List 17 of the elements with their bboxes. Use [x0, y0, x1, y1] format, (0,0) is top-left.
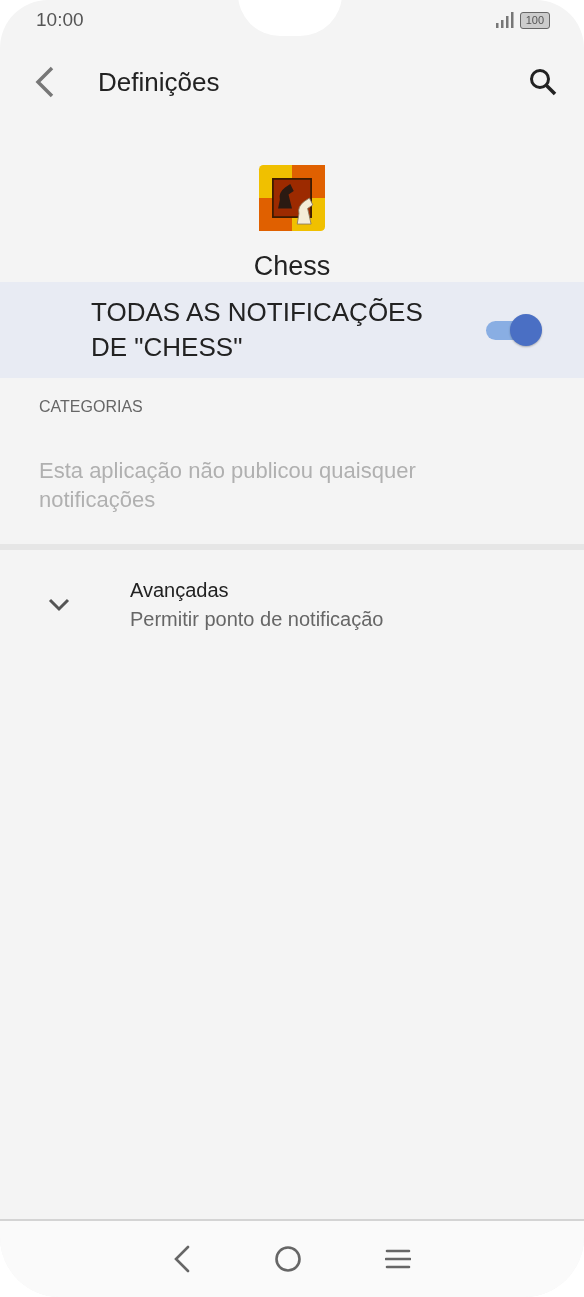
battery-indicator: 100 [519, 11, 550, 29]
chevron-icon[interactable] [48, 598, 70, 612]
home-nav-icon[interactable] [274, 1245, 302, 1273]
toggle-switch[interactable] [486, 313, 542, 347]
advanced-subtitle: Permitir ponto de notificação [130, 607, 384, 632]
menu-icon[interactable] [384, 1248, 411, 1270]
section-header: CATEGORIAS [39, 398, 144, 416]
back-icon[interactable] [34, 66, 56, 98]
status-time: 10:00 [36, 9, 84, 31]
signal-icon [495, 12, 514, 28]
toggle-label: TODAS AS NOTIFICAÇÕES DE "CHESS" [91, 296, 424, 364]
page-title: Definições [98, 66, 221, 98]
search-icon[interactable] [528, 67, 558, 97]
empty-message: Esta aplicação não publicou quaisquer notificações [39, 457, 417, 514]
app-name: Chess [253, 251, 331, 282]
advanced-title[interactable]: Avançadas [130, 576, 384, 604]
back-nav-icon[interactable] [173, 1245, 192, 1273]
